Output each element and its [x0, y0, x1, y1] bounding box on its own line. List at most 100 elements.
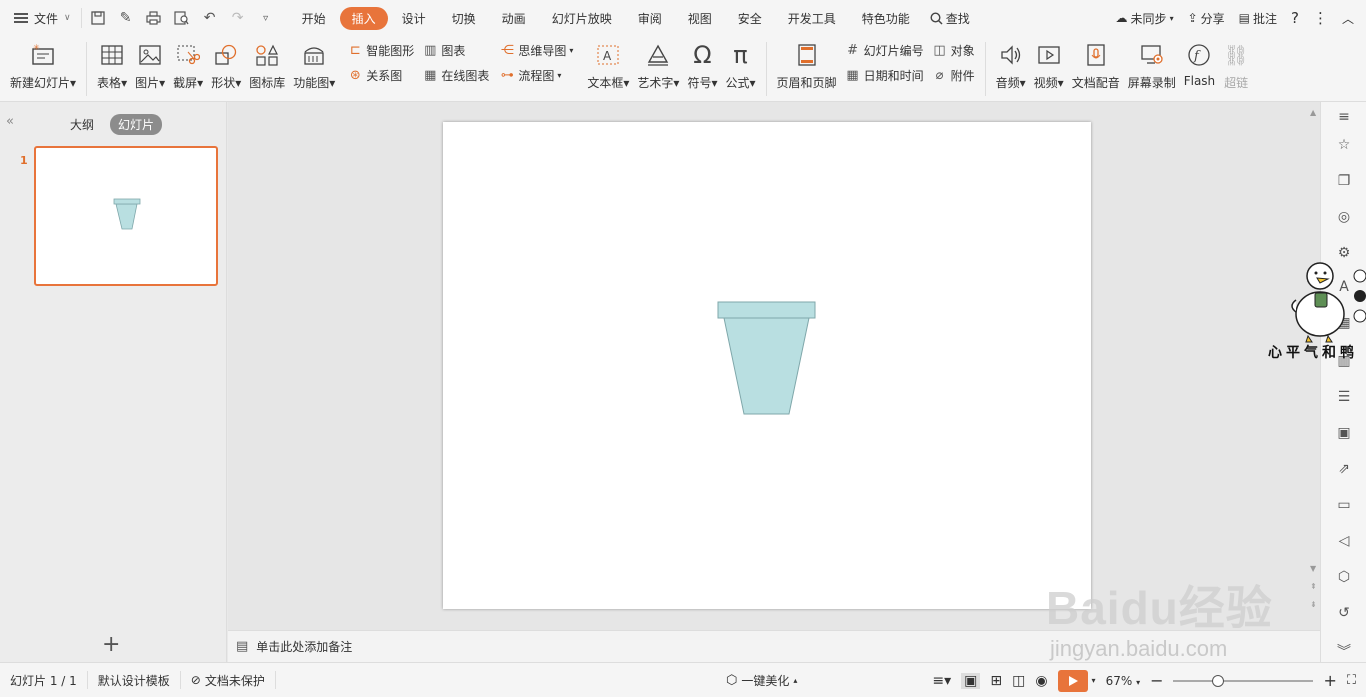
tab-2[interactable]: 设计 — [390, 7, 438, 30]
copy-icon[interactable]: ❐ — [1335, 172, 1353, 190]
help-button[interactable]: ? — [1291, 9, 1299, 27]
textbox-icon: A — [595, 42, 621, 68]
slide-thumbnail[interactable] — [34, 146, 218, 286]
tab-6[interactable]: 审阅 — [626, 7, 674, 30]
sorter-view-icon[interactable]: ⊞ — [990, 673, 1002, 689]
table-button[interactable]: 表格▾ — [97, 36, 127, 91]
function-chart-button[interactable]: 功能图▾ — [293, 36, 335, 91]
flash-button[interactable]: f Flash — [1184, 36, 1215, 88]
protection-status[interactable]: ⊘ 文档未保护 — [181, 671, 276, 689]
shield-icon[interactable]: ⬡ — [1335, 568, 1353, 586]
presenter-view-icon[interactable]: ◉ — [1035, 673, 1047, 689]
play-slideshow-button[interactable] — [1057, 669, 1088, 692]
slide-canvas[interactable] — [443, 122, 1091, 609]
sidebar-menu-icon[interactable]: ≡ — [1335, 108, 1353, 126]
formula-button[interactable]: π 公式▾ — [726, 36, 756, 91]
customize-toolbar-icon[interactable]: ▿ — [254, 6, 278, 30]
add-slide-button[interactable]: + — [102, 632, 120, 657]
zoom-slider-knob[interactable] — [1212, 674, 1225, 687]
icon-library-button[interactable]: 图标库 — [249, 36, 285, 91]
search-button[interactable]: 查找 — [922, 7, 978, 30]
slide-number-button[interactable]: # 幻灯片编号 — [845, 42, 923, 59]
tab-1[interactable]: 插入 — [339, 6, 388, 30]
design-template[interactable]: 默认设计模板 — [88, 671, 181, 689]
tab-0[interactable]: 开始 — [290, 7, 338, 30]
beautify-button[interactable]: ⬡ 一键美化 ▴ — [726, 663, 797, 697]
shape-button[interactable]: 形状▾ — [211, 36, 241, 91]
sync-button[interactable]: ☁ 未同步 ▾ — [1116, 10, 1174, 27]
normal-view-icon[interactable]: ▣ — [961, 672, 981, 689]
tab-slides[interactable]: 幻灯片 — [110, 114, 163, 135]
history-icon[interactable]: ↺ — [1335, 604, 1353, 622]
image-icon[interactable]: ▣ — [1335, 424, 1353, 442]
share-button[interactable]: ⇪ 分享 — [1188, 10, 1225, 27]
status-right: ≡▾ ▣ ⊞ ◫ ◉ ▾ 67% ▾ − + ⛶ — [932, 663, 1356, 697]
prev-page-icon[interactable]: ⇞ — [1310, 582, 1317, 591]
notes-placeholder: 单击此处添加备注 — [256, 640, 353, 654]
scroll-up-icon[interactable]: ▲ — [1310, 108, 1316, 117]
flowchart-button[interactable]: ⊶ 流程图 ▾ — [499, 67, 573, 84]
sidebar-collapse-icon[interactable]: ︾ — [1335, 642, 1353, 660]
sliders-icon[interactable]: ☰ — [1335, 388, 1353, 406]
share-icon: ⇪ — [1187, 11, 1198, 25]
zoom-out-button[interactable]: − — [1150, 671, 1163, 690]
play-icon — [1068, 675, 1078, 686]
date-time-button[interactable]: ▦ 日期和时间 — [845, 67, 923, 84]
chart-button[interactable]: ▥ 图表 — [422, 42, 489, 59]
tab-7[interactable]: 视图 — [676, 7, 724, 30]
online-chart-button[interactable]: ▦ 在线图表 — [422, 67, 489, 84]
export-icon[interactable]: ⇗ — [1335, 460, 1353, 478]
attachment-button[interactable]: ⌀ 附件 — [932, 67, 975, 84]
textbox-button[interactable]: A 文本框▾ — [587, 36, 629, 91]
zoom-in-button[interactable]: + — [1323, 671, 1336, 690]
zoom-slider[interactable] — [1173, 674, 1314, 687]
zoom-level[interactable]: 67% ▾ — [1106, 674, 1141, 688]
file-menu-button[interactable]: 文件 ∨ — [0, 0, 81, 36]
tab-10[interactable]: 特色功能 — [850, 7, 922, 30]
mind-map-button[interactable]: ⋲ 思维导图 ▾ — [499, 42, 574, 59]
undo-icon[interactable]: ↶ — [198, 6, 222, 30]
align-icon[interactable]: ≡▾ — [932, 673, 951, 689]
star-icon[interactable]: ☆ — [1335, 136, 1353, 154]
archive-icon[interactable]: ▭ — [1335, 496, 1353, 514]
format-painter-icon[interactable]: ✎ — [114, 6, 138, 30]
audio-button[interactable]: 音频▾ — [996, 36, 1026, 91]
comment-button[interactable]: ▤ 批注 — [1239, 10, 1277, 27]
more-icon[interactable]: ⋮ — [1313, 9, 1328, 27]
sound-icon[interactable]: ◁ — [1335, 532, 1353, 550]
smart-art-button[interactable]: ⊏ 智能图形 — [347, 42, 414, 59]
wordart-button[interactable]: 艺术字▾ — [637, 36, 679, 91]
print-preview-icon[interactable] — [170, 6, 194, 30]
tab-8[interactable]: 安全 — [726, 7, 774, 30]
flower-pot-shape[interactable] — [443, 122, 1091, 609]
hyperlink-button[interactable]: ⛓ 超链 — [1223, 36, 1249, 91]
play-options-icon[interactable]: ▾ — [1092, 676, 1096, 685]
collapse-ribbon-icon[interactable]: ︿ — [1342, 10, 1354, 27]
tab-9[interactable]: 开发工具 — [776, 7, 848, 30]
screenshot-button[interactable]: 截屏▾ — [173, 36, 203, 91]
shapes-icon[interactable]: ◎ — [1335, 208, 1353, 226]
new-slide-button[interactable]: ✳ 新建幻灯片▾ — [10, 36, 76, 91]
next-page-icon[interactable]: ⇟ — [1310, 600, 1317, 609]
video-button[interactable]: 视频▾ — [1034, 36, 1064, 91]
tab-4[interactable]: 动画 — [490, 7, 538, 30]
collapse-panel-icon[interactable]: « — [6, 114, 14, 129]
vertical-scrollbar[interactable]: ▲ ▼ ⇞ ⇟ — [1308, 102, 1320, 630]
picture-button[interactable]: 图片▾ — [135, 36, 165, 91]
header-footer-button[interactable]: 页眉和页脚 — [777, 36, 837, 91]
picture-label: 图片 — [135, 76, 160, 90]
tab-5[interactable]: 幻灯片放映 — [540, 7, 624, 30]
tab-outline[interactable]: 大纲 — [62, 114, 102, 135]
fit-window-icon[interactable]: ⛶ — [1347, 673, 1356, 688]
tab-3[interactable]: 切换 — [440, 7, 488, 30]
object-button[interactable]: ◫ 对象 — [932, 42, 974, 59]
print-icon[interactable] — [142, 6, 166, 30]
relation-chart-button[interactable]: ⊛ 关系图 — [347, 67, 414, 84]
save-icon[interactable] — [86, 6, 110, 30]
reading-view-icon[interactable]: ◫ — [1012, 673, 1025, 689]
scroll-down-icon[interactable]: ▼ — [1310, 564, 1316, 573]
symbol-button[interactable]: Ω 符号▾ — [687, 36, 717, 91]
doc-voice-button[interactable]: 文档配音 — [1072, 36, 1120, 91]
redo-icon[interactable]: ↷ — [226, 6, 250, 30]
screen-record-button[interactable]: 屏幕录制 — [1128, 36, 1176, 91]
